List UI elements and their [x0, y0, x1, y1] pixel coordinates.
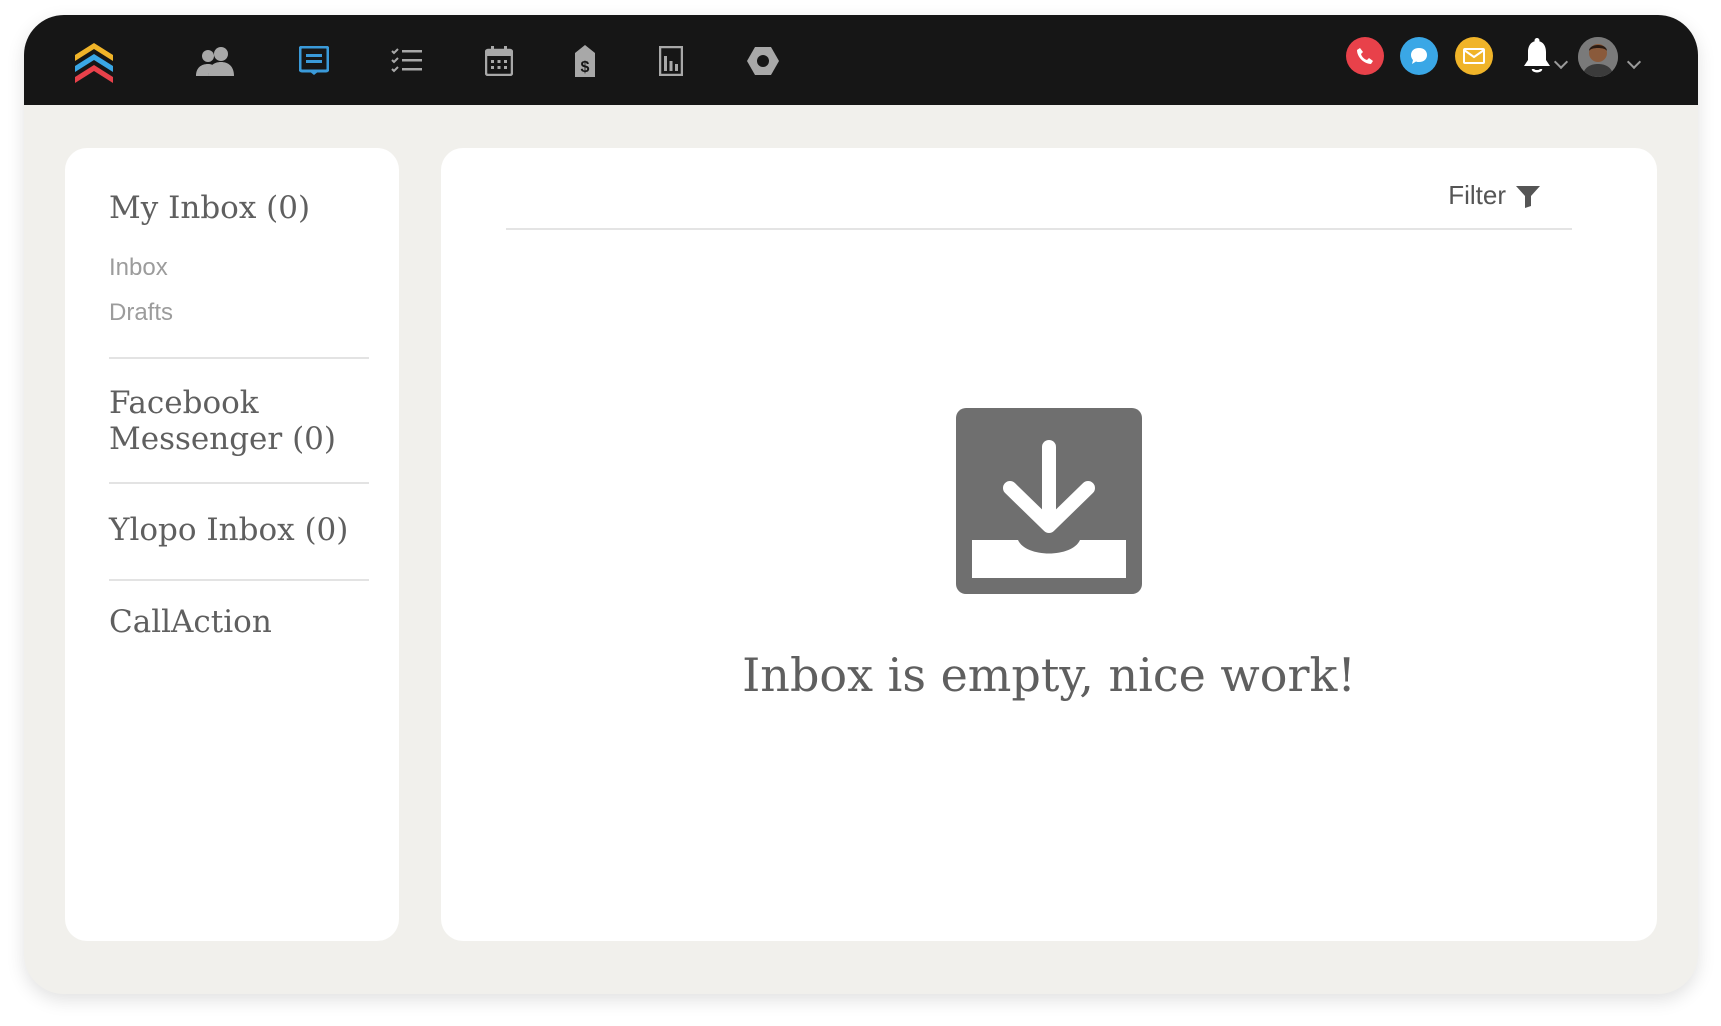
sidebar-item-drafts[interactable]: Drafts [109, 299, 173, 327]
filter-funnel-icon[interactable] [1516, 186, 1540, 213]
logo-icon[interactable] [70, 37, 118, 85]
divider [109, 482, 369, 484]
sidebar-section-callaction[interactable]: CallAction [109, 604, 272, 640]
filter-bar: Filter [506, 148, 1572, 230]
reports-icon[interactable] [647, 37, 695, 85]
facebook-line2: Messenger (0) [109, 421, 336, 457]
empty-inbox-message: Inbox is empty, nice work! [742, 648, 1356, 702]
facebook-line1: Facebook [109, 385, 259, 421]
calendar-icon[interactable] [475, 37, 523, 85]
svg-text:$: $ [581, 59, 590, 76]
inbox-main-panel: Filter Inbox is empty, nice work! [441, 148, 1657, 941]
divider [109, 357, 369, 359]
admin-icon[interactable] [739, 37, 787, 85]
divider [109, 579, 369, 581]
inbox-icon[interactable] [290, 37, 338, 85]
mail-icon[interactable] [1455, 37, 1493, 75]
top-navigation-bar: $ [24, 15, 1698, 105]
phone-icon[interactable] [1346, 37, 1384, 75]
avatar[interactable] [1578, 37, 1618, 77]
app-window: $ My Inbox (0) Inbox Drafts Facebook Mes… [24, 15, 1698, 994]
sidebar-item-inbox[interactable]: Inbox [109, 254, 168, 282]
deals-icon[interactable]: $ [561, 37, 609, 85]
notifications-chevron-down-icon[interactable] [1553, 54, 1569, 70]
tasks-icon[interactable] [383, 37, 431, 85]
profile-chevron-down-icon[interactable] [1626, 54, 1642, 70]
sidebar-section-ylopo-inbox[interactable]: Ylopo Inbox (0) [109, 512, 348, 548]
sidebar-section-facebook-messenger[interactable]: Facebook Messenger (0) [109, 385, 336, 457]
inbox-sidebar: My Inbox (0) Inbox Drafts Facebook Messe… [65, 148, 399, 941]
chat-icon[interactable] [1400, 37, 1438, 75]
bell-icon[interactable] [1522, 33, 1552, 81]
inbox-download-icon [956, 408, 1142, 594]
filter-button[interactable]: Filter [1448, 180, 1506, 211]
sidebar-section-my-inbox[interactable]: My Inbox (0) [109, 190, 310, 226]
people-icon[interactable] [192, 37, 240, 85]
